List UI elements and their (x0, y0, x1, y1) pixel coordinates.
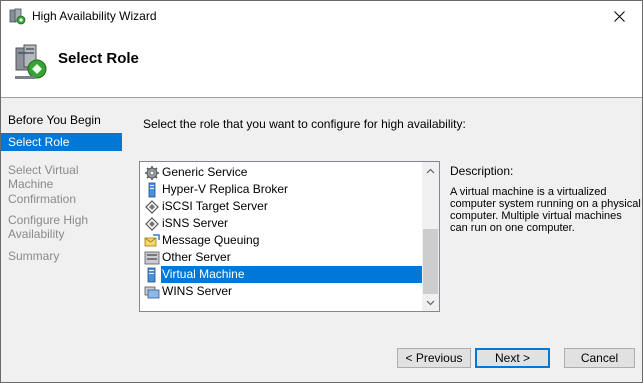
nav-step-summary: Summary (8, 249, 60, 263)
close-button[interactable] (597, 1, 642, 31)
other-server-icon (144, 251, 160, 264)
role-item-generic-service[interactable]: Generic Service (144, 164, 423, 181)
role-label: Hyper-V Replica Broker (162, 182, 289, 196)
role-item-virtual-machine[interactable]: Virtual Machine (144, 266, 423, 283)
wizard-window: High Availability Wizard Select Role Bef… (0, 0, 643, 383)
role-label: Generic Service (162, 165, 248, 179)
previous-button[interactable]: < Previous (397, 348, 471, 368)
role-item-iscsi-target-server[interactable]: iSCSI Target Server (144, 198, 423, 215)
message-queue-icon (144, 233, 160, 246)
role-label: WINS Server (162, 284, 233, 298)
close-icon (614, 10, 625, 22)
role-label: Virtual Machine (161, 266, 423, 283)
wizard-steps-nav: Before You Begin Select Role Select Virt… (1, 98, 122, 382)
nav-step-select-virtual-machine: Select Virtual Machine (8, 163, 79, 191)
window-title: High Availability Wizard (32, 9, 157, 23)
scroll-up-button[interactable] (422, 162, 439, 179)
nav-step-configure-high-availability: Configure High Availability (8, 213, 89, 241)
role-label: Other Server (162, 250, 231, 264)
listbox-scrollbar[interactable] (422, 162, 439, 311)
role-item-hyper-v-replica-broker[interactable]: Hyper-V Replica Broker (144, 181, 423, 198)
virtual-machine-icon (147, 267, 156, 282)
role-item-isns-server[interactable]: iSNS Server (144, 215, 423, 232)
role-label: iSNS Server (162, 216, 229, 230)
content-panel: Select the role that you want to configu… (122, 98, 642, 382)
cancel-button[interactable]: Cancel (564, 348, 635, 368)
role-item-other-server[interactable]: Other Server (144, 249, 423, 266)
description-text: A virtual machine is a virtualized compu… (450, 186, 641, 234)
iscsi-diamond-icon (145, 199, 159, 214)
role-label: Message Queuing (162, 233, 260, 247)
server-icon (148, 182, 156, 197)
scroll-down-button[interactable] (422, 294, 439, 311)
next-button[interactable]: Next > (475, 348, 550, 368)
instruction-text: Select the role that you want to configu… (143, 117, 466, 131)
chevron-down-icon (426, 300, 435, 305)
isns-diamond-icon (145, 216, 159, 231)
nav-step-before-you-begin[interactable]: Before You Begin (1, 113, 122, 127)
title-bar[interactable]: High Availability Wizard (1, 1, 642, 32)
nav-step-confirmation: Confirmation (8, 192, 77, 206)
servers-cluster-icon (15, 44, 47, 79)
cluster-wizard-icon (9, 8, 26, 25)
nav-step-select-role[interactable]: Select Role (1, 133, 122, 151)
page-header: Select Role (1, 32, 642, 96)
chevron-up-icon (426, 168, 435, 173)
gear-icon (145, 165, 159, 180)
role-listbox[interactable]: Generic Service Hyper-V Replica Broker i… (139, 161, 440, 312)
scroll-thumb[interactable] (423, 229, 438, 294)
role-item-wins-server[interactable]: WINS Server (144, 283, 423, 300)
page-title: Select Role (58, 50, 139, 67)
wins-server-icon (144, 286, 160, 298)
role-label: iSCSI Target Server (162, 199, 268, 213)
role-item-message-queuing[interactable]: Message Queuing (144, 232, 423, 249)
description-label: Description: (450, 164, 514, 178)
